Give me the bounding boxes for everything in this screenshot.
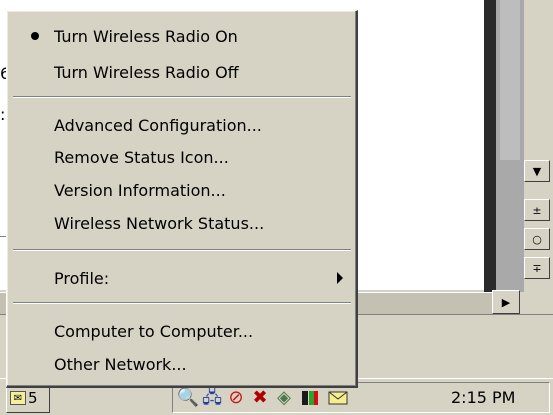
- mail-icon[interactable]: [327, 387, 349, 409]
- menu-item-label: Advanced Configuration...: [54, 115, 262, 135]
- search-icon[interactable]: 🔍: [177, 387, 199, 409]
- submenu-arrow-icon: [337, 272, 343, 284]
- drive-icon[interactable]: ◈: [273, 387, 295, 409]
- disconnected-network-icon[interactable]: ✖: [249, 387, 271, 409]
- taskbar-app-label: 5: [28, 389, 38, 407]
- document-icon: ✉: [10, 391, 26, 405]
- network-icon[interactable]: 🖧: [201, 387, 223, 409]
- wireless-status-icon[interactable]: [299, 387, 321, 409]
- menu-item-wireless-network-status[interactable]: Wireless Network Status...: [9, 208, 353, 238]
- selected-bullet-icon: [31, 32, 39, 40]
- scroll-right-button[interactable]: ▶: [492, 290, 520, 314]
- menu-separator: [13, 96, 351, 98]
- menu-item-radio-on[interactable]: Turn Wireless Radio On: [9, 21, 353, 51]
- menu-item-other-network[interactable]: Other Network...: [9, 349, 353, 379]
- menu-item-remove-status-icon[interactable]: Remove Status Icon...: [9, 142, 353, 172]
- next-page-button[interactable]: ∓: [524, 257, 550, 279]
- menu-item-computer-to-computer[interactable]: Computer to Computer...: [9, 316, 353, 346]
- menu-item-label: Version Information...: [54, 180, 226, 200]
- clock[interactable]: 2:15 PM: [451, 388, 515, 407]
- menu-item-label: Remove Status Icon...: [54, 147, 229, 167]
- menu-item-advanced-configuration[interactable]: Advanced Configuration...: [9, 110, 353, 140]
- window-frame-border: [484, 0, 496, 292]
- mail-graphic: [328, 391, 348, 405]
- no-entry-icon[interactable]: ⊘: [225, 387, 247, 409]
- menu-item-label: Wireless Network Status...: [54, 213, 265, 233]
- scroll-down-button[interactable]: ▼: [524, 160, 550, 182]
- menu-separator: [13, 249, 351, 251]
- menu-item-label: Turn Wireless Radio On: [54, 26, 238, 46]
- vertical-scroll-thumb[interactable]: [500, 0, 520, 160]
- menu-item-radio-off[interactable]: Turn Wireless Radio Off: [9, 57, 353, 87]
- menu-separator: [13, 302, 351, 304]
- menu-item-label: Other Network...: [54, 354, 187, 374]
- menu-item-label: Turn Wireless Radio Off: [54, 62, 239, 82]
- menu-item-label: Computer to Computer...: [54, 321, 254, 341]
- previous-page-button[interactable]: ±: [524, 199, 550, 221]
- menu-item-profile[interactable]: Profile:: [9, 263, 353, 293]
- wireless-status-graphic: [302, 391, 318, 405]
- menu-item-label: Profile:: [54, 268, 110, 288]
- wireless-context-menu: Turn Wireless Radio On Turn Wireless Rad…: [6, 10, 358, 388]
- menu-item-version-information[interactable]: Version Information...: [9, 175, 353, 205]
- select-browse-object-button[interactable]: ○: [524, 228, 550, 250]
